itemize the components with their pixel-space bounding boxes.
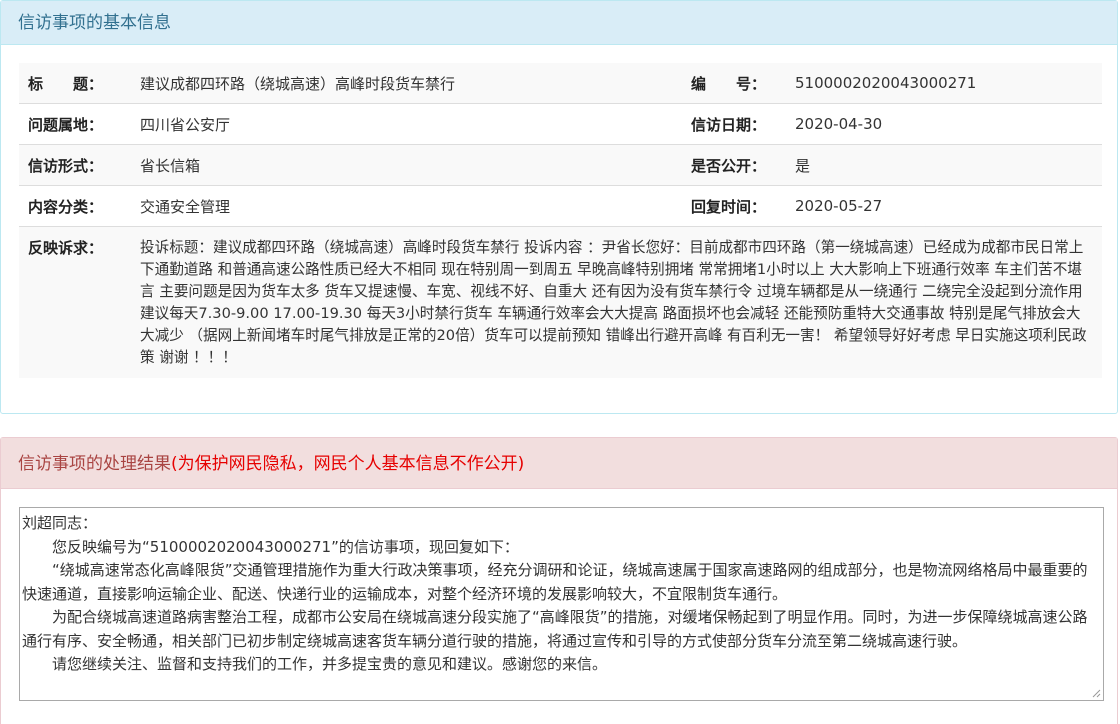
info-row-form: 信访形式： 省长信箱 是否公开： 是 [19, 144, 1102, 185]
location-label: 问题属地： [28, 115, 104, 134]
category-value: 交通安全管理 [140, 197, 231, 216]
reply-paragraph-3: 为配合绕城高速道路病害整治工程，成都市公安局在绕城高速分段实施了“高峰限货”的措… [22, 608, 1088, 650]
basic-info-table: 标 题： 建议成都四环路（绕城高速）高峰时段货车禁行 编 号： 51000020… [19, 63, 1102, 378]
location-value: 四川省公安厅 [140, 115, 231, 134]
public-label: 是否公开： [691, 156, 767, 175]
form-label: 信访形式： [28, 156, 104, 175]
reply-time-label: 回复时间： [691, 197, 767, 216]
number-value: 5100002020043000271 [795, 74, 977, 92]
resize-grip-icon[interactable] [1092, 689, 1101, 698]
info-row-location: 问题属地： 四川省公安厅 信访日期： 2020-04-30 [19, 103, 1102, 144]
info-row-title: 标 题： 建议成都四环路（绕城高速）高峰时段货车禁行 编 号： 51000020… [19, 63, 1102, 103]
result-header: 信访事项的处理结果(为保护网民隐私，网民个人基本信息不作公开) [1, 438, 1117, 489]
appeal-label: 反映诉求： [28, 239, 104, 257]
reply-greeting: 刘超同志： [22, 514, 98, 532]
public-value: 是 [795, 156, 811, 175]
reply-time-value: 2020-05-27 [795, 197, 883, 215]
reply-textarea[interactable]: 刘超同志： 您反映编号为“5100002020043000271”的信访事项，现… [19, 507, 1104, 701]
reply-paragraph-4: 请您继续关注、监督和支持我们的工作，并多提宝贵的意见和建议。感谢您的来信。 [52, 655, 608, 673]
info-row-category: 内容分类： 交通安全管理 回复时间： 2020-05-27 [19, 185, 1102, 226]
info-row-appeal: 反映诉求： 投诉标题：建议成都四环路（绕城高速）高峰时段货车禁行 投诉内容 ：尹… [19, 226, 1102, 378]
privacy-note: (为保护网民隐私，网民个人基本信息不作公开) [171, 454, 525, 474]
basic-info-panel: 信访事项的基本信息 标 题： 建议成都四环路（绕城高速）高峰时段货车禁行 编 号… [0, 0, 1118, 414]
result-panel: 信访事项的处理结果(为保护网民隐私，网民个人基本信息不作公开) 刘超同志： 您反… [0, 437, 1118, 724]
category-label: 内容分类： [28, 197, 104, 216]
basic-info-header: 信访事项的基本信息 [1, 1, 1117, 45]
date-label: 信访日期： [691, 115, 767, 134]
date-value: 2020-04-30 [795, 115, 883, 133]
title-label: 标 题： [28, 74, 104, 93]
appeal-value: 投诉标题：建议成都四环路（绕城高速）高峰时段货车禁行 投诉内容 ：尹省长您好：目… [140, 239, 1087, 366]
reply-paragraph-1: 您反映编号为“5100002020043000271”的信访事项，现回复如下： [52, 537, 519, 556]
reply-paragraph-2: “绕城高速常态化高峰限货”交通管理措施作为重大行政决策事项，经充分调研和论证，绕… [22, 561, 1088, 603]
form-value: 省长信箱 [140, 156, 201, 175]
result-header-title: 信访事项的处理结果 [18, 454, 171, 474]
title-value: 建议成都四环路（绕城高速）高峰时段货车禁行 [140, 74, 456, 93]
number-label: 编 号： [691, 74, 767, 93]
